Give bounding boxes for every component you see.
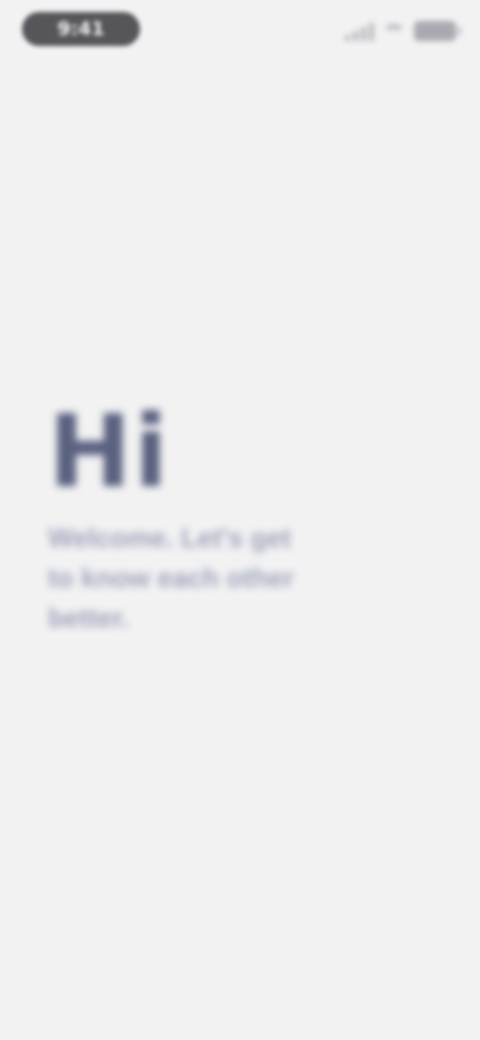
status-icons — [345, 16, 461, 46]
battery-icon — [414, 21, 461, 41]
welcome-hero: Hi Welcome. Let's get to know each other… — [48, 400, 408, 638]
status-bar: 9:41 — [0, 0, 480, 64]
screen: { "status_bar": { "time": "9:41", "icons… — [0, 0, 480, 1040]
signal-icon — [345, 21, 374, 41]
greeting-title: Hi — [48, 393, 170, 510]
welcome-subtitle: Welcome. Let's get to know each other be… — [48, 523, 295, 633]
wifi-icon — [380, 20, 408, 42]
status-time: 9:41 — [22, 12, 140, 46]
